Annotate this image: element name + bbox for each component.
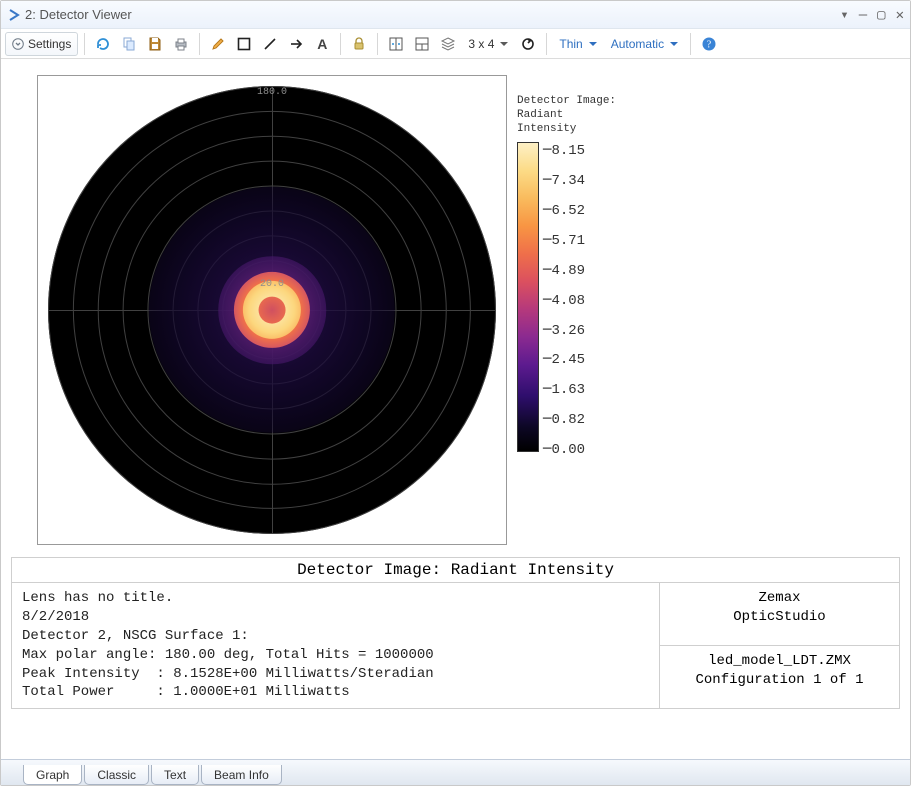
toolbar: Settings A 3 x 4 Thi [1,29,910,59]
detector-plot[interactable]: 180.0 20.0 [37,75,507,545]
app-icon [7,8,21,22]
info-panel-title: Detector Image: Radiant Intensity [12,558,899,583]
color-mode-label: Automatic [611,37,664,51]
colorbar-ticks: 8.15 7.34 6.52 5.71 4.89 4.08 3.26 2.45 … [539,142,585,458]
tab-text[interactable]: Text [151,765,199,785]
copy-button[interactable] [117,32,141,56]
colorbar-legend: Detector Image: Radiant Intensity 8.15 7… [517,75,616,545]
plot-axis-label-inner: 20.0 [260,279,284,290]
tick: 2.45 [543,351,585,368]
tab-beam-info[interactable]: Beam Info [201,765,282,785]
tabstrip: Graph Classic Text Beam Info [1,759,910,785]
tick: 4.89 [543,262,585,279]
tick: 3.26 [543,322,585,339]
pin-button[interactable]: ▾ [840,8,848,22]
brand-name-2: OpticStudio [666,608,893,627]
content-area: 180.0 20.0 Detector Image: Radiant Inten… [1,59,910,757]
print-button[interactable] [169,32,193,56]
tick: 7.34 [543,172,585,189]
legend-title-2: Radiant [517,109,616,123]
line-style-selector[interactable]: Thin [553,32,602,56]
window-arrange-2-button[interactable] [410,32,434,56]
tick: 1.63 [543,381,585,398]
plot-axis-label-outer: 180.0 [257,87,287,98]
tick: 6.52 [543,202,585,219]
layers-button[interactable] [436,32,460,56]
color-mode-selector[interactable]: Automatic [605,32,684,56]
info-panel: Detector Image: Radiant Intensity Lens h… [11,557,900,709]
text-tool-button[interactable]: A [310,32,334,56]
tab-graph[interactable]: Graph [23,765,82,785]
tick: 4.08 [543,292,585,309]
file-block: led_model_LDT.ZMX Configuration 1 of 1 [660,646,899,708]
file-name: led_model_LDT.ZMX [666,652,893,671]
tick: 0.82 [543,411,585,428]
minimize-button[interactable]: — [859,8,867,22]
tick: 5.71 [543,232,585,249]
legend-title-3: Intensity [517,123,616,137]
svg-text:?: ? [707,39,712,50]
tab-classic[interactable]: Classic [84,765,149,785]
info-panel-details: Lens has no title. 8/2/2018 Detector 2, … [12,583,659,708]
help-button[interactable]: ? [697,32,721,56]
pencil-button[interactable] [206,32,230,56]
refresh-circular-button[interactable] [516,32,540,56]
tick: 8.15 [543,142,585,159]
config-label: Configuration 1 of 1 [666,671,893,690]
window-title: 2: Detector Viewer [25,7,840,22]
colorbar-icon [517,142,539,452]
brand-block: Zemax OpticStudio [660,583,899,646]
brand-name-1: Zemax [666,589,893,608]
maximize-button[interactable]: ▢ [877,8,885,22]
grid-size-selector[interactable]: 3 x 4 [462,32,514,56]
rectangle-button[interactable] [232,32,256,56]
refresh-button[interactable] [91,32,115,56]
legend-title-1: Detector Image: [517,95,616,109]
arrow-button[interactable] [284,32,308,56]
grid-size-label: 3 x 4 [468,37,494,51]
window-arrange-1-button[interactable] [384,32,408,56]
titlebar: 2: Detector Viewer ▾ — ▢ ✕ [1,1,910,29]
close-button[interactable]: ✕ [896,8,904,22]
settings-button[interactable]: Settings [5,32,78,56]
lock-button[interactable] [347,32,371,56]
line-style-label: Thin [559,37,582,51]
tick: 0.00 [543,441,585,458]
settings-label: Settings [28,37,71,51]
line-button[interactable] [258,32,282,56]
save-button[interactable] [143,32,167,56]
